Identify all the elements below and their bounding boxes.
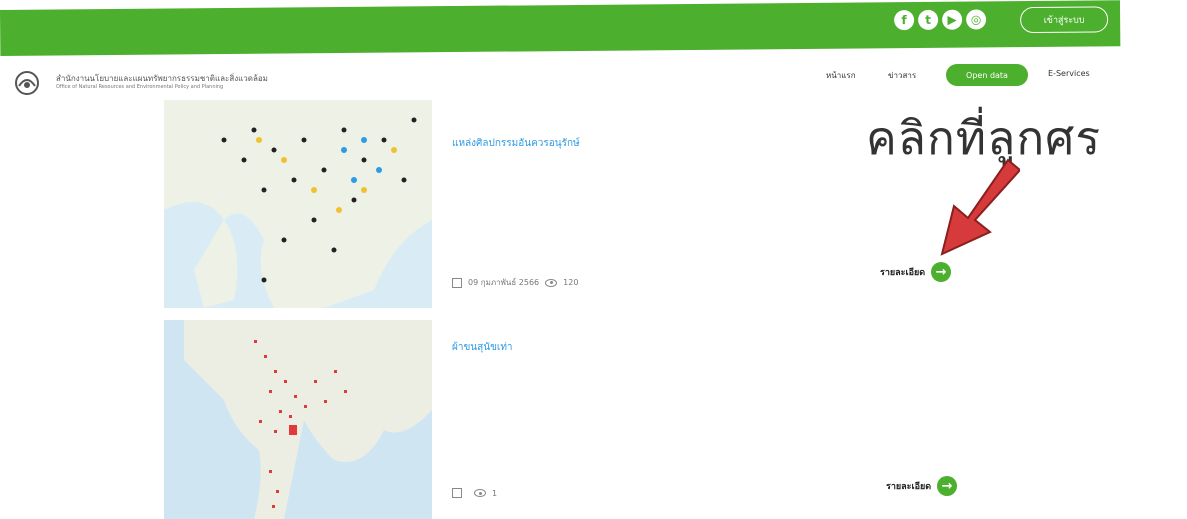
eye-icon: [474, 489, 486, 497]
calendar-icon: [452, 277, 462, 288]
item-meta: 09 กุมภาพันธ์ 2566 120: [452, 276, 578, 289]
org-subtitle: Office of Natural Resources and Environm…: [56, 84, 224, 90]
item-title[interactable]: แหล่งศิลปกรรมอันควรอนุรักษ์: [452, 136, 580, 151]
nav-eservices[interactable]: E-Services: [1048, 69, 1090, 78]
item-views: 1: [492, 488, 498, 498]
detail-label[interactable]: รายละเอียด: [886, 479, 931, 493]
twitter-icon[interactable]: t: [918, 9, 939, 30]
calendar-icon: [452, 488, 462, 498]
detail-label[interactable]: รายละเอียด: [880, 265, 925, 279]
youtube-icon[interactable]: ▶: [942, 9, 963, 30]
detail-link[interactable]: รายละเอียด →: [880, 262, 952, 282]
item-views: 120: [563, 278, 579, 287]
item-date: 09 กุมภาพันธ์ 2566: [468, 278, 540, 287]
item-title[interactable]: ผ้าขนสุนัขเท่า: [452, 340, 513, 355]
nav-home[interactable]: หน้าแรก: [826, 69, 856, 82]
nav-open-data[interactable]: Open data: [946, 64, 1028, 86]
eye-icon: [545, 278, 558, 287]
social-links: f t ▶ ◎: [894, 9, 987, 31]
item-thumbnail-map[interactable]: [164, 320, 432, 519]
nav-news[interactable]: ข่าวสาร: [888, 69, 916, 82]
facebook-icon[interactable]: f: [894, 10, 915, 31]
instagram-icon[interactable]: ◎: [966, 9, 987, 30]
arrow-right-icon[interactable]: →: [931, 262, 952, 282]
org-logo-icon[interactable]: [14, 70, 40, 96]
item-thumbnail-map[interactable]: [164, 100, 432, 308]
red-arrow-icon: [940, 158, 1020, 256]
login-button[interactable]: เข้าสู่ระบบ: [1020, 6, 1109, 34]
arrow-right-icon[interactable]: →: [937, 476, 958, 496]
item-meta: 1: [452, 488, 497, 498]
detail-link[interactable]: รายละเอียด →: [886, 476, 958, 496]
top-bar: f t ▶ ◎ เข้าสู่ระบบ: [0, 0, 1121, 56]
